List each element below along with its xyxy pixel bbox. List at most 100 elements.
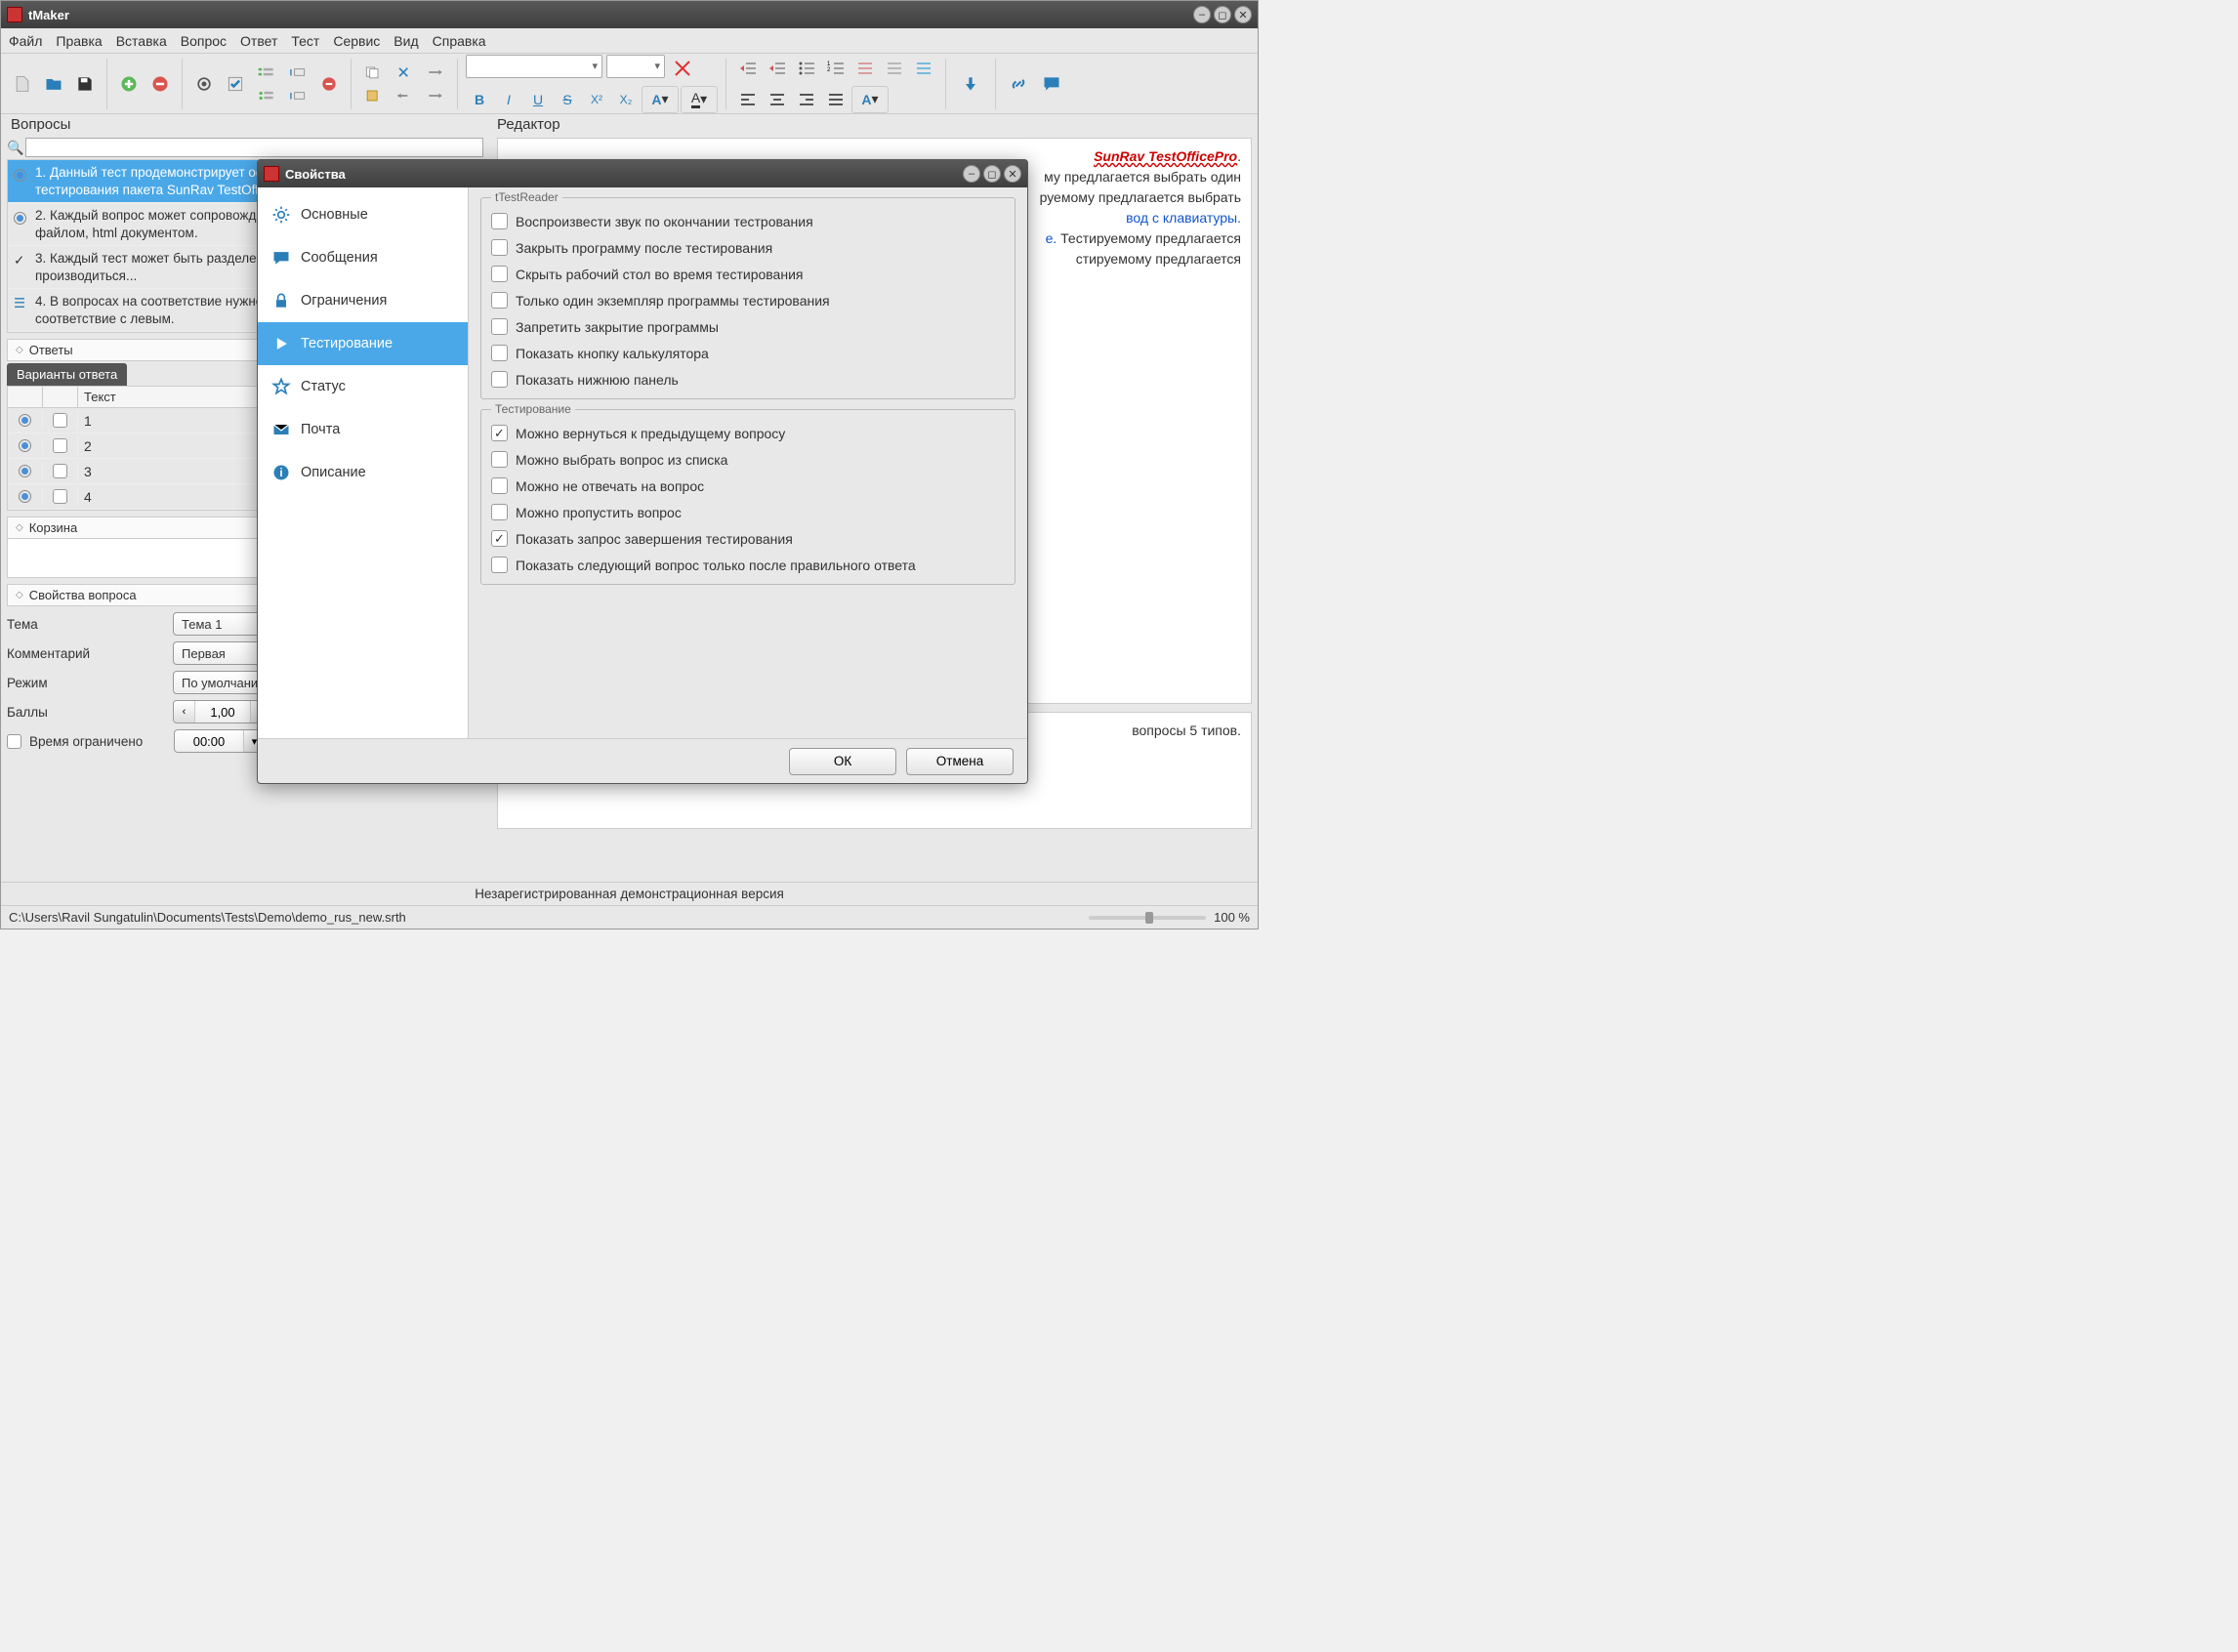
- down-arrow-icon[interactable]: [954, 67, 987, 101]
- dialog-maximize[interactable]: ◻: [983, 165, 1001, 183]
- testing-option-4[interactable]: Показать запрос завершения тестирования: [491, 525, 1005, 552]
- nav-status[interactable]: Статус: [258, 365, 468, 408]
- menu-view[interactable]: Вид: [394, 33, 418, 49]
- dialog-minimize[interactable]: –: [963, 165, 980, 183]
- radio-mode-icon[interactable]: [190, 70, 218, 98]
- search-input[interactable]: [25, 138, 483, 157]
- redo-icon[interactable]: [422, 62, 449, 83]
- redo2-icon[interactable]: [422, 85, 449, 106]
- new-file-icon[interactable]: [9, 70, 36, 98]
- checkbox[interactable]: [491, 318, 508, 335]
- checkbox[interactable]: [491, 239, 508, 256]
- reader-option-6[interactable]: Показать нижнюю панель: [491, 366, 1005, 392]
- checkbox[interactable]: [491, 371, 508, 388]
- testing-option-2[interactable]: Можно не отвечать на вопрос: [491, 473, 1005, 499]
- zoom-control[interactable]: 100 %: [1089, 910, 1250, 925]
- time-spinner[interactable]: ▾: [174, 729, 266, 753]
- line-spacing-icon[interactable]: [851, 55, 879, 82]
- italic-icon[interactable]: I: [495, 86, 522, 113]
- checkbox[interactable]: [491, 477, 508, 494]
- font-size-combo[interactable]: ▾: [606, 55, 665, 78]
- menu-answer[interactable]: Ответ: [240, 33, 277, 49]
- ok-button[interactable]: ОК: [789, 748, 896, 775]
- comment-icon[interactable]: [1037, 69, 1066, 99]
- remove-icon[interactable]: [146, 70, 174, 98]
- timed-checkbox[interactable]: [7, 734, 21, 749]
- testing-option-3[interactable]: Можно пропустить вопрос: [491, 499, 1005, 525]
- reader-option-1[interactable]: Закрыть программу после тестирования: [491, 234, 1005, 261]
- checkbox[interactable]: [491, 557, 508, 573]
- clear-icon[interactable]: [910, 55, 937, 82]
- text-mode-icon[interactable]: I: [284, 62, 311, 83]
- cut-icon[interactable]: [391, 62, 418, 83]
- font-color-icon[interactable]: A ▾: [642, 86, 679, 113]
- checkbox[interactable]: [491, 345, 508, 361]
- checkbox[interactable]: [491, 530, 508, 547]
- reader-option-0[interactable]: Воспроизвести звук по окончании тестрова…: [491, 208, 1005, 234]
- menu-help[interactable]: Справка: [433, 33, 486, 49]
- menu-insert[interactable]: Вставка: [116, 33, 167, 49]
- outdent-icon[interactable]: [734, 55, 762, 82]
- close-button[interactable]: ✕: [1234, 6, 1252, 23]
- highlight-icon[interactable]: A ▾: [681, 86, 718, 113]
- editor-link2[interactable]: е.: [1046, 230, 1057, 246]
- score-down[interactable]: ‹: [174, 701, 195, 723]
- checkbox[interactable]: [491, 504, 508, 520]
- line-spacing2-icon[interactable]: [881, 55, 908, 82]
- reader-option-2[interactable]: Скрыть рабочий стол во время тестировани…: [491, 261, 1005, 287]
- checkbox[interactable]: [491, 213, 508, 229]
- numbers-icon[interactable]: 12: [822, 55, 850, 82]
- align-center-icon[interactable]: [764, 86, 791, 113]
- align-right-icon[interactable]: [793, 86, 820, 113]
- menu-test[interactable]: Тест: [291, 33, 319, 49]
- match-mode-icon[interactable]: [253, 85, 280, 106]
- editor-link[interactable]: вод с клавиатуры.: [1126, 210, 1241, 226]
- testing-option-5[interactable]: Показать следующий вопрос только после п…: [491, 552, 1005, 578]
- checkbox[interactable]: [491, 451, 508, 468]
- align-justify-icon[interactable]: [822, 86, 850, 113]
- nav-general[interactable]: Основные: [258, 193, 468, 236]
- strike-icon[interactable]: S: [554, 86, 581, 113]
- align-left-icon[interactable]: [734, 86, 762, 113]
- nav-description[interactable]: iОписание: [258, 451, 468, 494]
- maximize-button[interactable]: ◻: [1214, 6, 1231, 23]
- nav-testing[interactable]: Тестирование: [258, 322, 468, 365]
- undo-icon[interactable]: [391, 85, 418, 106]
- nav-messages[interactable]: Сообщения: [258, 236, 468, 279]
- save-file-icon[interactable]: [71, 70, 99, 98]
- answers-tab[interactable]: Варианты ответа: [7, 363, 127, 386]
- text-style-icon[interactable]: A ▾: [851, 86, 889, 113]
- nav-restrictions[interactable]: Ограничения: [258, 279, 468, 322]
- superscript-icon[interactable]: X²: [583, 86, 610, 113]
- score-input[interactable]: [195, 701, 250, 723]
- add-icon[interactable]: [115, 70, 143, 98]
- menu-service[interactable]: Сервис: [333, 33, 380, 49]
- minimize-button[interactable]: –: [1193, 6, 1211, 23]
- subscript-icon[interactable]: X₂: [612, 86, 640, 113]
- underline-icon[interactable]: U: [524, 86, 552, 113]
- paste-icon[interactable]: [359, 85, 387, 106]
- reader-option-4[interactable]: Запретить закрытие программы: [491, 313, 1005, 340]
- font-family-combo[interactable]: ▾: [466, 55, 602, 78]
- nav-mail[interactable]: Почта: [258, 408, 468, 451]
- reader-option-5[interactable]: Показать кнопку калькулятора: [491, 340, 1005, 366]
- open-file-icon[interactable]: [40, 70, 67, 98]
- clear-format-icon[interactable]: [669, 55, 696, 82]
- zoom-slider[interactable]: [1089, 916, 1206, 920]
- list-mode-icon[interactable]: [253, 62, 280, 83]
- reader-option-3[interactable]: Только один экземпляр программы тестиров…: [491, 287, 1005, 313]
- testing-option-1[interactable]: Можно выбрать вопрос из списка: [491, 446, 1005, 473]
- check-mode-icon[interactable]: [222, 70, 249, 98]
- checkbox[interactable]: [491, 425, 508, 441]
- checkbox[interactable]: [491, 266, 508, 282]
- menu-edit[interactable]: Правка: [56, 33, 102, 49]
- remove-small-icon[interactable]: [315, 70, 343, 98]
- bullets-icon[interactable]: [793, 55, 820, 82]
- copy-icon[interactable]: [359, 62, 387, 83]
- menu-file[interactable]: Файл: [9, 33, 42, 49]
- cancel-button[interactable]: Отмена: [906, 748, 1014, 775]
- menu-question[interactable]: Вопрос: [181, 33, 227, 49]
- checkbox[interactable]: [491, 292, 508, 309]
- testing-option-0[interactable]: Можно вернуться к предыдущему вопросу: [491, 420, 1005, 446]
- dialog-close[interactable]: ✕: [1004, 165, 1021, 183]
